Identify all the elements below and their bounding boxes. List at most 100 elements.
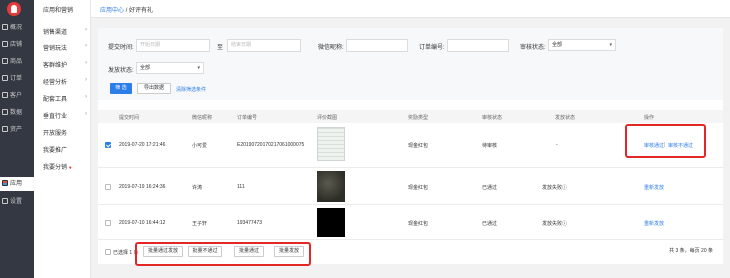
breadcrumb-current: 好评有礼 (129, 8, 154, 14)
send-status-select[interactable]: 全部 ▾ (136, 62, 204, 74)
select-all-checkbox[interactable] (105, 249, 111, 255)
nickname-label: 微信昵称: (318, 45, 344, 51)
breadcrumb: 应用中心 / 好评有礼 (100, 5, 153, 14)
chevron-right-icon: › (85, 94, 87, 100)
cell-time: 2019-07-20 17:21:46 (119, 142, 166, 148)
app-icon (2, 180, 8, 186)
row-checkbox[interactable] (105, 220, 111, 226)
review-screenshot-thumb[interactable] (317, 208, 345, 237)
col-screenshot: 评价截图 (317, 115, 338, 121)
col-order-no: 订单编号 (237, 115, 258, 121)
nav-label: 概况 (10, 25, 23, 31)
nickname-input[interactable] (346, 39, 408, 52)
cell-audit: 已通过 (482, 185, 498, 191)
sub-label: 配套工具 (43, 97, 68, 103)
nav-goods[interactable]: 商品 (0, 55, 34, 69)
resend-link[interactable]: 重新发放 (644, 220, 664, 227)
nav-label: 应用 (10, 181, 23, 187)
sub-item-tools[interactable]: 配套工具 › (43, 94, 89, 103)
chevron-right-icon: › (85, 111, 87, 117)
sub-item-promote[interactable]: 我要推广 (43, 145, 89, 154)
col-send-status: 发放状态 (555, 115, 576, 121)
cell-nickname: 许涛 (192, 185, 203, 191)
audit-status-select[interactable]: 全部 ▾ (548, 39, 616, 51)
sub-label: 我要分销 (43, 165, 68, 171)
nav-label: 订单 (10, 76, 23, 82)
cell-order-no: 193477473 (237, 220, 263, 226)
send-status-label: 发放状态: (108, 68, 134, 74)
order-no-input[interactable] (447, 39, 509, 52)
cell-nickname: 王子轩 (192, 221, 208, 227)
sub-item-marketing[interactable]: 营销玩法 › (43, 43, 89, 52)
cell-send: - (556, 142, 558, 148)
col-submit-time: 提交时间 (119, 115, 140, 121)
sub-item-analysis[interactable]: 经营分析 › (43, 77, 89, 86)
col-reward-type: 奖励类型 (408, 115, 429, 121)
cell-audit: 已通过 (482, 221, 498, 227)
col-nickname: 微信昵称 (192, 115, 213, 121)
nav-order[interactable]: 订单 (0, 72, 34, 86)
breadcrumb-app-center[interactable]: 应用中心 (100, 8, 124, 14)
nav-label: 客户 (10, 93, 23, 99)
nav-assets[interactable]: 资产 (0, 123, 34, 137)
highlight-bulk-buttons (135, 242, 311, 266)
review-screenshot-thumb[interactable] (317, 171, 345, 202)
sub-label: 开放服务 (43, 131, 68, 137)
search-button[interactable]: 筛 选 (110, 83, 132, 94)
highlight-actions (625, 124, 706, 158)
primary-sidebar: 概况 店铺 商品 订单 客户 数据 资产 应用 设置 (0, 0, 34, 278)
cell-time: 2019-07-10 16:44:12 (119, 220, 166, 226)
sub-item-distribute[interactable]: 我要分销 ● (43, 162, 89, 171)
row-checkbox[interactable] (105, 184, 111, 190)
cell-time: 2019-07-19 16:24:36 (119, 184, 166, 190)
col-actions: 操作 (644, 115, 655, 121)
cell-nickname: 小可爱 (192, 143, 208, 149)
nav-data[interactable]: 数据 (0, 106, 34, 120)
nav-customer[interactable]: 客户 (0, 89, 34, 103)
sub-label: 经营分析 (43, 80, 68, 86)
sub-label: 我要推广 (43, 148, 68, 154)
col-audit-status: 审核状态 (482, 115, 503, 121)
cell-audit: 待审核 (482, 143, 498, 149)
start-date-input[interactable]: 开始日期 (136, 39, 210, 52)
chevron-right-icon: › (85, 43, 87, 49)
cell-send: 发放失败ⓘ (542, 185, 568, 191)
nav-settings[interactable]: 设置 (0, 195, 34, 209)
export-button[interactable]: 导出数据 (137, 83, 171, 94)
sub-item-open-service[interactable]: 开放服务 (43, 128, 89, 137)
sidebar-header: 应用和营销 (43, 8, 74, 14)
end-date-input[interactable]: 结束日期 (227, 39, 301, 52)
nav-overview[interactable]: 概况 (0, 21, 34, 35)
data-icon (2, 109, 8, 115)
sub-item-vertical[interactable]: 垂直行业 › (43, 111, 89, 120)
pagination-summary: 共 3 条，每页 20 条 (669, 248, 713, 254)
order-icon (2, 75, 8, 81)
sub-item-customer-care[interactable]: 客群维护 › (43, 60, 89, 69)
review-screenshot-thumb[interactable] (317, 127, 345, 161)
cell-reward: 现金红包 (408, 185, 429, 191)
nav-app[interactable]: 应用 (0, 177, 34, 191)
clear-filters-link[interactable]: 清除筛选条件 (176, 86, 206, 93)
cell-reward: 现金红包 (408, 221, 429, 227)
nav-label: 资产 (10, 127, 23, 133)
nav-label: 设置 (10, 199, 23, 205)
sub-label: 营销玩法 (43, 46, 68, 52)
cell-order-no: 111 (237, 184, 245, 190)
resend-link[interactable]: 重新发放 (644, 184, 664, 191)
cell-order-no: E20190720170217061000075 (237, 142, 305, 148)
row-checkbox[interactable] (105, 142, 111, 148)
goods-icon (2, 58, 8, 64)
overview-icon (2, 24, 8, 30)
sub-label: 销售渠道 (43, 30, 68, 36)
cell-reward: 现金红包 (408, 143, 429, 149)
end-date-placeholder: 结束日期 (231, 42, 252, 48)
nav-store[interactable]: 店铺 (0, 38, 34, 52)
nav-label: 商品 (10, 59, 23, 65)
caret-down-icon: ▾ (197, 65, 200, 71)
sub-item-sales-channel[interactable]: 销售渠道 › (43, 27, 89, 36)
audit-status-value: 全部 (552, 42, 563, 48)
nav-label: 数据 (10, 110, 23, 116)
send-status-value: 全部 (140, 65, 151, 71)
start-date-placeholder: 开始日期 (140, 42, 161, 48)
top-bar: 应用中心 / 好评有礼 (91, 0, 730, 18)
